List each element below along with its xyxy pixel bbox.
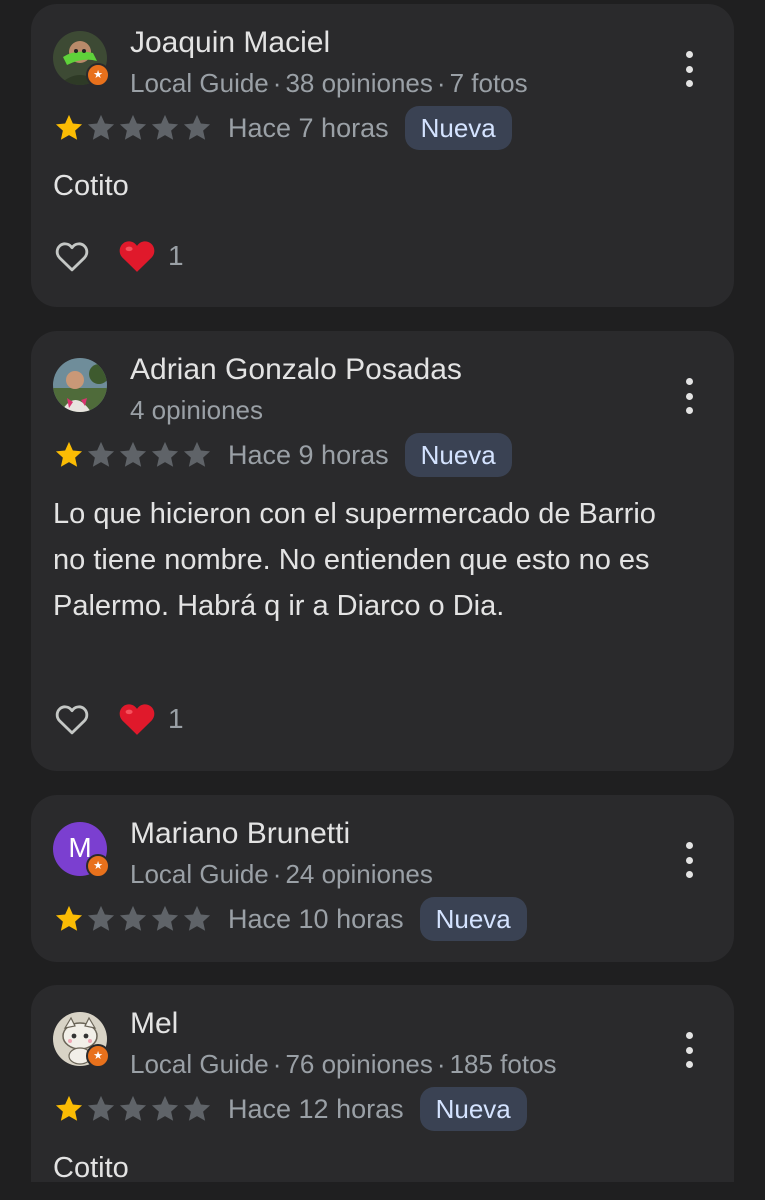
local-guide-star-icon: ★ [86, 1044, 110, 1068]
local-guide-star-icon: ★ [86, 63, 110, 87]
more-vert-icon[interactable] [674, 842, 704, 878]
red-heart-emoji [119, 241, 155, 272]
star-rating [53, 1093, 213, 1125]
review-time: Hace 12 horas [228, 1093, 404, 1124]
star-filled-icon [55, 905, 83, 931]
reviewer-name[interactable]: Mel [130, 1007, 178, 1041]
star-empty-icon [87, 905, 115, 931]
star-filled-icon [55, 441, 83, 467]
avatar[interactable]: ★ [53, 31, 110, 87]
review-card: ★ Mel Local Guide · 76 opiniones · 185 fotos… [31, 985, 734, 1200]
reviews-list: ★ Joaquin Maciel Local Guide · 38 opinione… [0, 0, 765, 1200]
star-empty-icon [151, 1095, 179, 1121]
meta-guide: Local Guide [130, 1049, 269, 1079]
reaction-count: 1 [168, 240, 184, 271]
heart-outline-icon[interactable] [52, 236, 92, 276]
meta-guide: Local Guide [130, 68, 269, 98]
star-filled-icon [55, 114, 83, 140]
star-empty-icon [87, 1095, 115, 1121]
meta-reviews: 24 opiniones [285, 859, 433, 889]
star-empty-icon [183, 905, 211, 931]
avatar[interactable]: M ★ [53, 822, 110, 878]
meta-guide: Local Guide [130, 859, 269, 889]
rating-row: Hace 9 horas Nueva [53, 433, 512, 477]
star-rating [53, 439, 213, 471]
review-text: Cotito [53, 170, 129, 202]
review-card: Adrian Gonzalo Posadas 4 opiniones Hace … [31, 331, 734, 771]
reviewer-name[interactable]: Adrian Gonzalo Posadas [130, 353, 462, 387]
reviewer-meta: 4 opiniones [130, 395, 263, 426]
star-empty-icon [87, 114, 115, 140]
avatar[interactable]: ★ [53, 1012, 110, 1068]
rating-row: Hace 7 horas Nueva [53, 106, 512, 150]
star-empty-icon [119, 441, 147, 467]
reviewer-meta: Local Guide · 24 opiniones [130, 859, 433, 889]
reaction-button[interactable]: 1 [118, 238, 184, 274]
reviewer-meta: Local Guide · 38 opiniones · 7 fotos [130, 68, 528, 98]
review-actions: 1 [52, 236, 184, 276]
star-empty-icon [119, 905, 147, 931]
avatar-photo [53, 358, 107, 412]
star-rating [53, 903, 213, 935]
review-time: Hace 10 horas [228, 903, 404, 934]
star-empty-icon [183, 1095, 211, 1121]
star-empty-icon [183, 441, 211, 467]
review-time: Hace 9 horas [228, 439, 389, 470]
star-empty-icon [151, 905, 179, 931]
rating-row: Hace 12 horas Nueva [53, 1087, 527, 1131]
red-heart-emoji [119, 704, 155, 735]
review-text: Lo que hicieron con el supermercado de B… [53, 498, 656, 622]
star-empty-icon [151, 441, 179, 467]
new-badge: Nueva [419, 897, 527, 941]
reviewer-name[interactable]: Mariano Brunetti [130, 817, 350, 851]
star-empty-icon [119, 114, 147, 140]
new-badge: Nueva [404, 433, 512, 477]
avatar[interactable] [53, 358, 107, 412]
review-card: M ★ Mariano Brunetti Local Guide · 24 opin… [31, 795, 734, 962]
local-guide-star-icon: ★ [86, 854, 110, 878]
more-vert-icon[interactable] [674, 51, 704, 87]
star-empty-icon [87, 441, 115, 467]
more-vert-icon[interactable] [674, 1032, 704, 1068]
reviewer-meta: Local Guide · 76 opiniones · 185 fotos [130, 1049, 557, 1079]
review-actions: 1 [52, 699, 184, 739]
more-vert-icon[interactable] [674, 378, 704, 414]
review-card: ★ Joaquin Maciel Local Guide · 38 opinione… [31, 4, 734, 307]
reaction-button[interactable]: 1 [118, 701, 184, 737]
star-empty-icon [119, 1095, 147, 1121]
star-empty-icon [183, 114, 211, 140]
rating-row: Hace 10 horas Nueva [53, 897, 527, 941]
reviewer-name[interactable]: Joaquin Maciel [130, 26, 330, 60]
meta-photos: 185 fotos [449, 1049, 557, 1079]
new-badge: Nueva [404, 106, 512, 150]
new-badge: Nueva [419, 1087, 527, 1131]
reaction-count: 1 [168, 703, 184, 734]
meta-reviews: 76 opiniones [285, 1049, 433, 1079]
heart-outline-icon[interactable] [52, 699, 92, 739]
bottom-edge [0, 1182, 765, 1200]
star-rating [53, 112, 213, 144]
star-empty-icon [151, 114, 179, 140]
review-time: Hace 7 horas [228, 112, 389, 143]
star-filled-icon [55, 1095, 83, 1121]
meta-reviews: 4 opiniones [130, 395, 263, 425]
meta-photos: 7 fotos [449, 68, 528, 98]
meta-reviews: 38 opiniones [285, 68, 433, 98]
